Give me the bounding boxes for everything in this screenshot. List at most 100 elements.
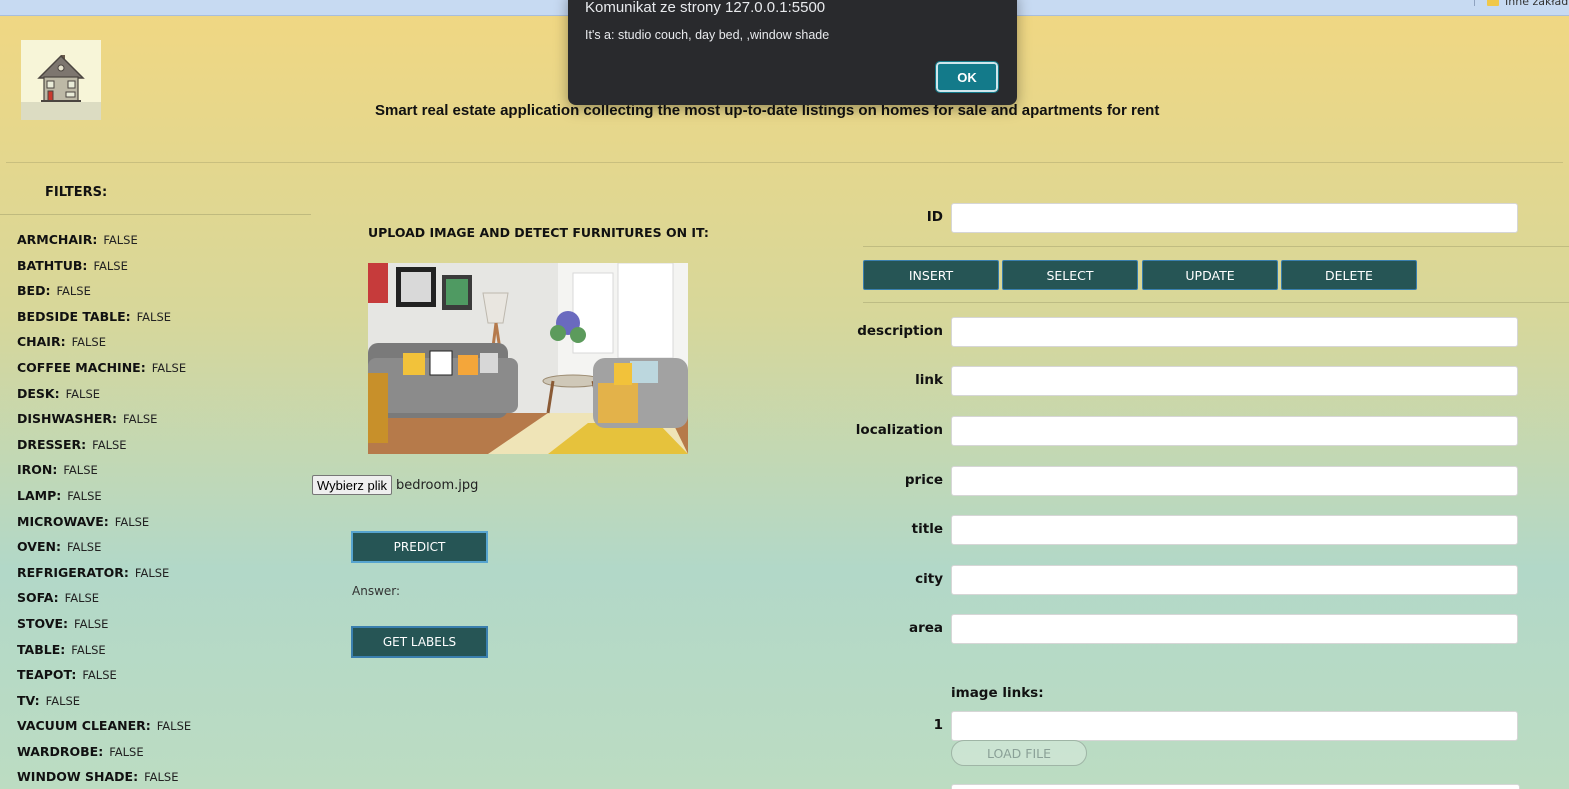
filter-name: TV: — [17, 692, 40, 708]
filter-name: WINDOW SHADE: — [17, 769, 139, 785]
city-input[interactable] — [951, 565, 1518, 595]
filter-value: FALSE — [45, 693, 81, 708]
image-link-index: 1 — [933, 717, 943, 733]
insert-button[interactable]: INSERT — [863, 260, 999, 290]
filter-value: FALSE — [71, 642, 106, 657]
filter-name: VACUUM CLEANER: — [17, 718, 151, 734]
filter-name: DRESSER: — [17, 436, 87, 452]
filter-list: ARMCHAIR: FALSE BATHTUB: FALSE BED: FALSE B… — [17, 230, 307, 789]
filter-item-dresser[interactable]: DRESSER: FALSE — [17, 435, 307, 461]
filter-value: FALSE — [64, 591, 100, 606]
filter-item-tv[interactable]: TV: FALSE — [17, 691, 307, 717]
filter-name: TEAPOT: — [17, 667, 77, 683]
filter-name: LAMP: — [17, 487, 62, 503]
delete-button[interactable]: DELETE — [1281, 260, 1417, 290]
filter-item-bed[interactable]: BED: FALSE — [17, 281, 307, 307]
image-link-input[interactable] — [951, 711, 1518, 741]
filter-item-vacuum-cleaner[interactable]: VACUUM CLEANER: FALSE — [17, 716, 307, 742]
title-label: title — [911, 521, 943, 537]
filter-value: FALSE — [67, 488, 102, 503]
folder-icon[interactable] — [1487, 0, 1499, 6]
image-links-label: image links: — [951, 685, 1044, 701]
form-divider-bottom — [863, 302, 1569, 303]
dialog-message: It's a: studio couch, day bed, ,window s… — [585, 28, 830, 42]
filter-name: COFFEE MACHINE: — [17, 359, 146, 375]
filter-item-iron[interactable]: IRON: FALSE — [17, 460, 307, 486]
filter-item-oven[interactable]: OVEN: FALSE — [17, 537, 307, 563]
filter-name: BEDSIDE TABLE: — [17, 308, 131, 324]
filter-item-bedside-table[interactable]: BEDSIDE TABLE: FALSE — [17, 307, 307, 333]
price-input[interactable] — [951, 466, 1518, 496]
filter-item-window-shade[interactable]: WINDOW SHADE: FALSE — [17, 767, 307, 789]
filter-value: FALSE — [109, 744, 144, 759]
localization-input[interactable] — [951, 416, 1518, 446]
title-input[interactable] — [951, 515, 1518, 545]
filter-value: FALSE — [82, 668, 117, 683]
filter-value: FALSE — [144, 770, 179, 785]
filter-value: FALSE — [74, 616, 109, 631]
filter-item-coffee-machine[interactable]: COFFEE MACHINE: FALSE — [17, 358, 307, 384]
filters-heading: FILTERS: — [45, 185, 108, 200]
description-input[interactable] — [951, 317, 1518, 347]
dialog-title: Komunikat ze strony 127.0.0.1:5500 — [585, 0, 826, 16]
filter-item-stove[interactable]: STOVE: FALSE — [17, 614, 307, 640]
get-labels-button[interactable]: GET LABELS — [351, 626, 488, 658]
filter-value: FALSE — [63, 463, 98, 478]
filter-value: FALSE — [56, 284, 91, 299]
filter-item-chair[interactable]: CHAIR: FALSE — [17, 332, 307, 358]
next-image-link-input[interactable] — [951, 784, 1520, 789]
filter-value: FALSE — [103, 233, 138, 247]
filter-value: FALSE — [134, 565, 170, 580]
filter-value: FALSE — [93, 258, 128, 273]
filter-item-bathtub[interactable]: BATHTUB: FALSE — [17, 256, 307, 282]
link-input[interactable] — [951, 366, 1518, 396]
filter-item-table[interactable]: TABLE: FALSE — [17, 640, 307, 666]
filter-name: CHAIR: — [17, 334, 66, 350]
filter-item-lamp[interactable]: LAMP: FALSE — [17, 486, 307, 512]
filter-item-wardrobe[interactable]: WARDROBE: FALSE — [17, 742, 307, 768]
filter-name: TABLE: — [17, 641, 66, 657]
filter-name: WARDROBE: — [17, 743, 104, 759]
filter-item-teapot[interactable]: TEAPOT: FALSE — [17, 665, 307, 691]
filter-name: DISHWASHER: — [17, 411, 118, 427]
other-bookmarks-link[interactable]: Inne zakładki — [1505, 0, 1569, 8]
filter-item-dishwasher[interactable]: DISHWASHER: FALSE — [17, 409, 307, 435]
filter-value: FALSE — [92, 437, 127, 452]
filter-item-refrigerator[interactable]: REFRIGERATOR: FALSE — [17, 563, 307, 589]
description-label: description — [857, 323, 943, 339]
filter-item-sofa[interactable]: SOFA: FALSE — [17, 588, 307, 614]
house-logo — [21, 40, 101, 120]
localization-label: localization — [855, 422, 943, 438]
form-divider-top — [863, 246, 1569, 247]
ok-button[interactable]: OK — [935, 61, 999, 93]
load-file-button[interactable]: LOAD FILE — [951, 740, 1087, 766]
id-input[interactable] — [951, 203, 1518, 233]
filter-item-microwave[interactable]: MICROWAVE: FALSE — [17, 512, 307, 538]
house-icon — [37, 54, 85, 102]
filter-value: FALSE — [66, 540, 102, 555]
filter-value: FALSE — [114, 514, 150, 529]
filter-value: FALSE — [65, 386, 101, 401]
header-divider — [6, 162, 1563, 163]
choose-file-button[interactable]: Wybierz plik — [312, 475, 392, 495]
upload-heading: UPLOAD IMAGE AND DETECT FURNITURES ON IT… — [368, 225, 709, 240]
chosen-file-name: bedroom.jpg — [396, 478, 479, 493]
area-input[interactable] — [951, 614, 1518, 644]
filter-item-armchair[interactable]: ARMCHAIR: FALSE — [17, 230, 307, 256]
predict-button[interactable]: PREDICT — [351, 531, 488, 563]
area-label: area — [908, 620, 943, 636]
filters-divider — [0, 214, 311, 215]
id-label: ID — [926, 209, 943, 225]
update-button[interactable]: UPDATE — [1142, 260, 1278, 290]
filter-value: FALSE — [136, 309, 172, 324]
select-button[interactable]: SELECT — [1002, 260, 1138, 290]
filter-value: FALSE — [156, 719, 192, 734]
filter-name: DESK: — [17, 385, 60, 401]
answer-label: Answer: — [352, 584, 401, 598]
price-label: price — [904, 472, 943, 488]
filter-value: FALSE — [151, 360, 187, 375]
alert-dialog: Komunikat ze strony 127.0.0.1:5500 It's … — [568, 0, 1017, 105]
filter-name: ARMCHAIR: — [17, 232, 98, 247]
filter-item-desk[interactable]: DESK: FALSE — [17, 384, 307, 410]
filter-name: SOFA: — [17, 590, 59, 606]
